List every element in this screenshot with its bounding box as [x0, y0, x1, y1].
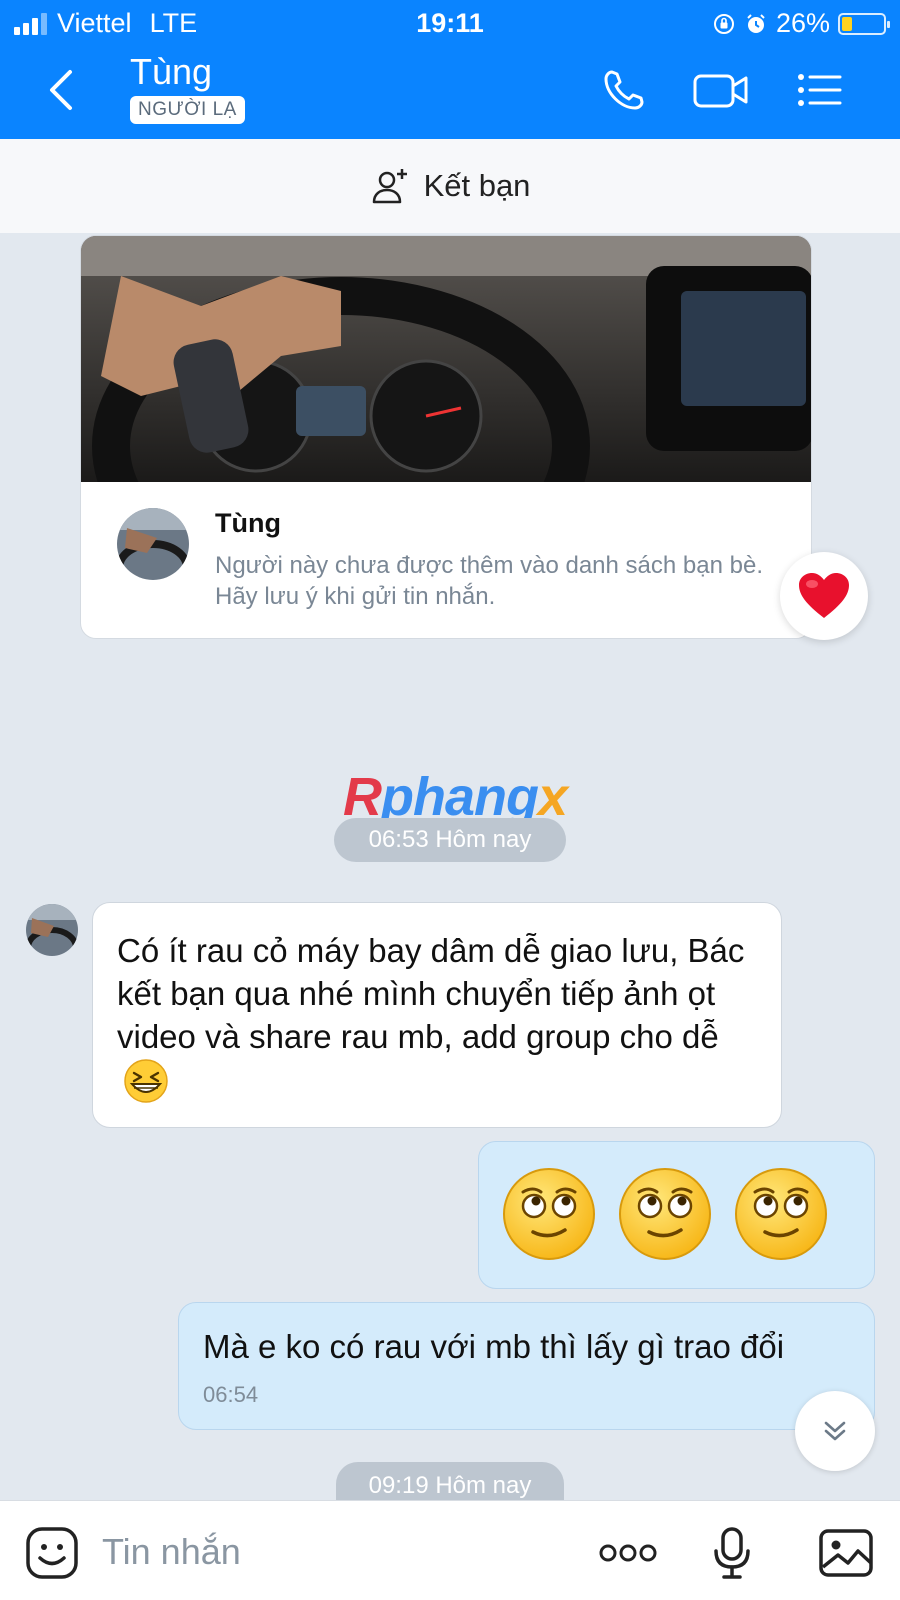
contact-avatar[interactable]: [117, 508, 189, 580]
status-bar: Viettel LTE 19:11 26%: [0, 0, 900, 46]
video-call-icon[interactable]: [692, 64, 750, 116]
incoming-message-text: Có ít rau cỏ máy bay dâm dễ giao lưu, Bá…: [117, 932, 745, 1055]
status-right: 26%: [712, 8, 890, 39]
add-friend-button[interactable]: Kết bạn: [0, 139, 900, 233]
add-user-icon: [372, 169, 407, 204]
stranger-badge: NGƯỜI LẠ: [130, 96, 245, 124]
grinning-squint-emoji-icon: [124, 1059, 168, 1103]
card-contact-name: Tùng: [215, 508, 281, 538]
message-input-bar: Tin nhắn: [0, 1500, 900, 1600]
battery-level: [842, 16, 853, 31]
add-friend-label: Kết bạn: [423, 168, 531, 203]
microphone-icon[interactable]: [704, 1525, 760, 1581]
rolling-eyes-emoji-icon: [733, 1166, 829, 1267]
contact-name: Tùng: [130, 51, 213, 92]
outgoing-message[interactable]: Mà e ko có rau với mb thì lấy gì trao đổ…: [178, 1302, 875, 1430]
alarm-icon: [747, 13, 765, 33]
rolling-eyes-emoji-icon: [501, 1166, 597, 1267]
outgoing-message-text: Mà e ko có rau với mb thì lấy gì trao đổ…: [203, 1328, 785, 1365]
sticker-icon[interactable]: [24, 1525, 80, 1581]
menu-icon[interactable]: [794, 64, 846, 116]
cover-photo: [81, 236, 811, 482]
battery-percent: 26%: [775, 8, 830, 38]
message-input[interactable]: Tin nhắn: [102, 1531, 241, 1573]
more-icon[interactable]: [598, 1525, 658, 1581]
incoming-message[interactable]: Có ít rau cỏ máy bay dâm dễ giao lưu, Bá…: [92, 902, 782, 1128]
rotation-lock-icon: [713, 13, 734, 34]
profile-card[interactable]: Tùng Người này chưa được thêm vào danh s…: [80, 235, 812, 639]
battery-icon: [838, 12, 890, 35]
contact-header[interactable]: Tùng NGƯỜI LẠ: [130, 52, 245, 124]
outgoing-emoji-message[interactable]: [478, 1141, 875, 1289]
back-icon[interactable]: [40, 66, 84, 114]
double-chevron-down-icon: [824, 1421, 846, 1441]
sender-avatar[interactable]: [26, 904, 78, 956]
heart-icon: [799, 573, 849, 618]
scroll-to-bottom-button[interactable]: [795, 1391, 875, 1471]
emoji-row: [501, 1166, 829, 1267]
heart-reaction-button[interactable]: [780, 552, 868, 640]
date-separator-2: 09:19 Hôm nay: [336, 1462, 564, 1500]
message-time: 06:54: [203, 1382, 259, 1407]
date-separator: 06:53 Hôm nay: [334, 818, 566, 862]
image-icon[interactable]: [816, 1525, 876, 1581]
rolling-eyes-emoji-icon: [617, 1166, 713, 1267]
stranger-warning: Người này chưa được thêm vào danh sách b…: [215, 552, 763, 610]
top-bar: Viettel LTE 19:11 26% Tùng NGƯỜI LẠ: [0, 0, 900, 139]
phone-icon[interactable]: [598, 64, 650, 116]
